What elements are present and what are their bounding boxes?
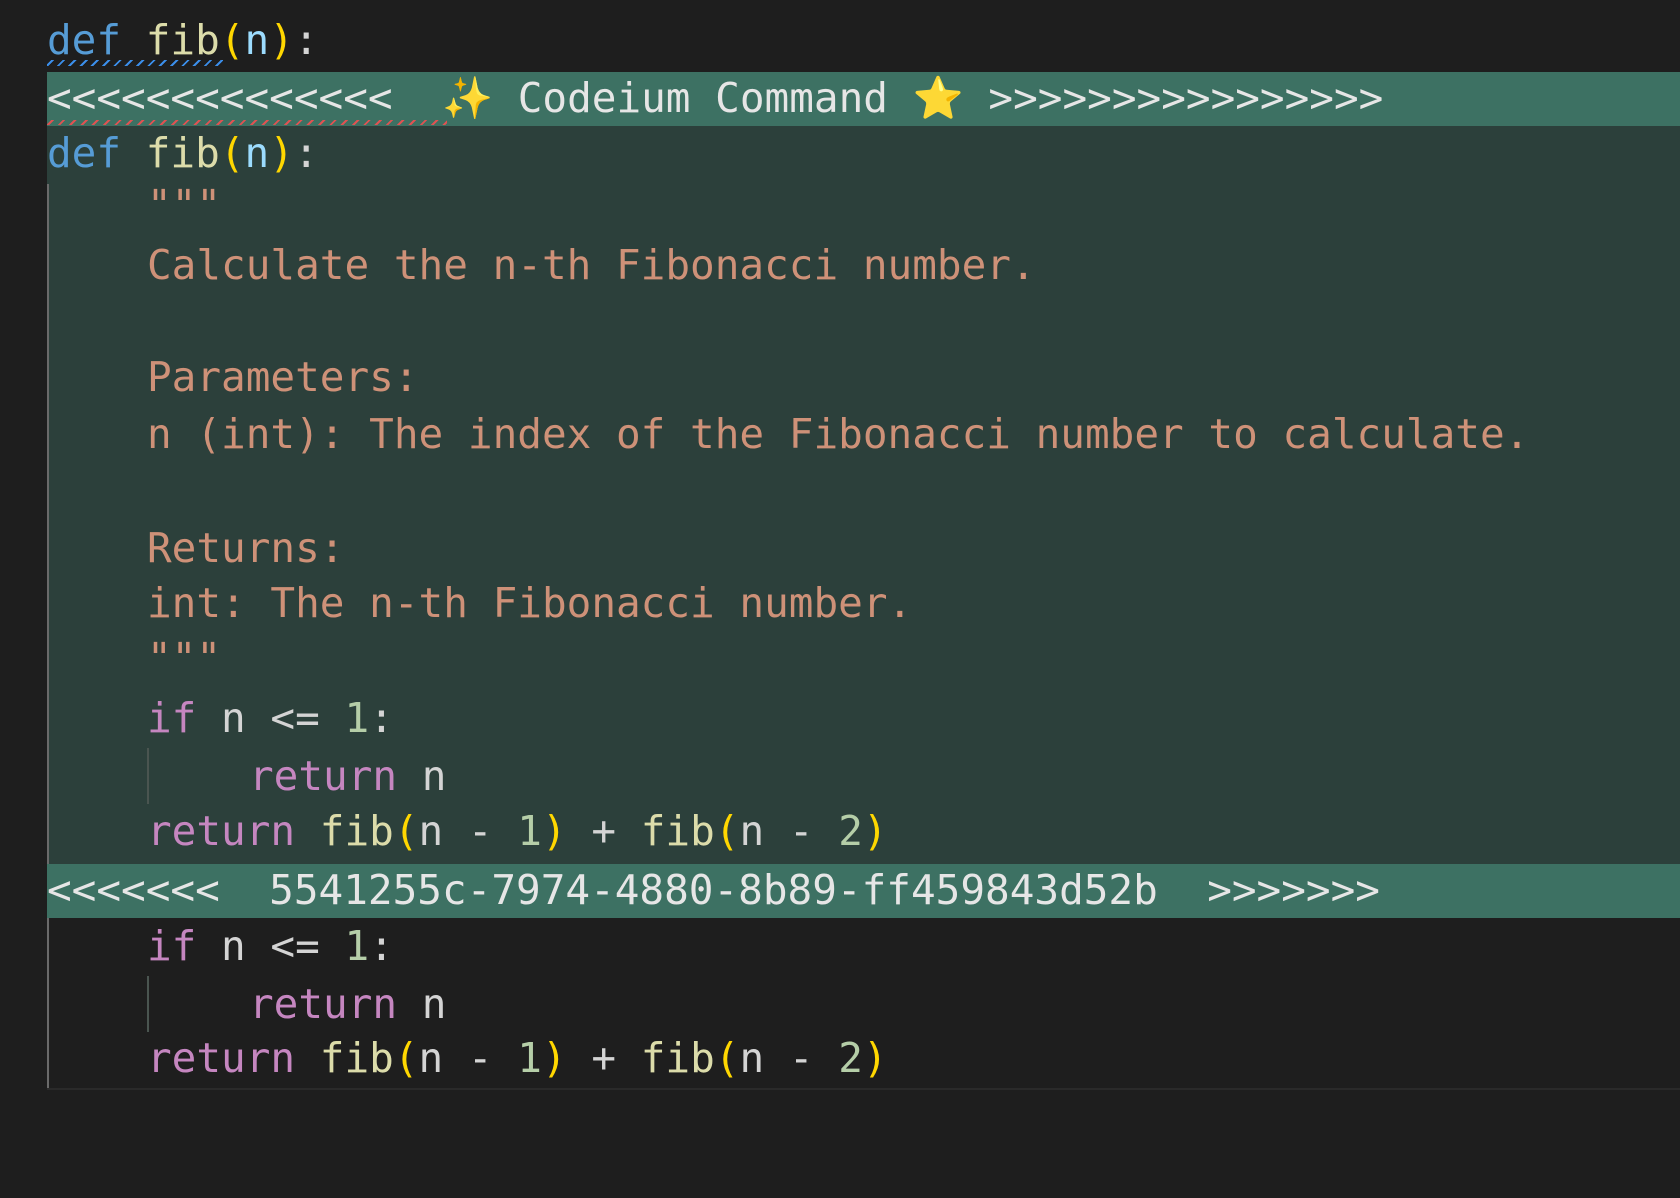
docstring-line[interactable]: Returns: xyxy=(0,520,1680,576)
paren: ( xyxy=(714,807,740,855)
expression: n - xyxy=(418,807,518,855)
line-content: def fib(n): xyxy=(47,125,319,181)
star-icon: ⭐ xyxy=(912,74,964,122)
change-id: 5541255c-7974-4880-8b89-ff459843d52b xyxy=(269,866,1158,914)
number: 2 xyxy=(838,807,863,855)
return-value: n xyxy=(397,980,447,1028)
paren: ( xyxy=(219,16,245,64)
code-line-return-n[interactable]: return n xyxy=(0,976,1680,1032)
paren: ) xyxy=(269,129,294,177)
docstring-text: int: The n-th Fibonacci number. xyxy=(147,579,913,627)
code-line-return-fib[interactable]: return fib(n - 1) + fib(n - 2) xyxy=(0,803,1680,859)
marker-left-arrows: <<<<<<< xyxy=(47,866,220,914)
operator: + xyxy=(566,1034,641,1082)
return-value: n xyxy=(397,752,447,800)
keyword-return: return xyxy=(147,1034,296,1082)
keyword-if: if xyxy=(147,694,197,742)
docstring-line[interactable]: Parameters: xyxy=(0,349,1680,405)
paren: ) xyxy=(269,16,294,64)
codeium-command-marker[interactable]: <<<<<<<<<<<<<< ✨ Codeium Command ⭐ >>>>>… xyxy=(0,70,1680,126)
code-line-proposed-def[interactable]: def fib(n): xyxy=(0,125,1680,181)
code-line-return-n[interactable]: return n xyxy=(0,748,1680,804)
operator: + xyxy=(566,807,641,855)
function-call: fib xyxy=(640,1034,715,1082)
paren: ( xyxy=(714,1034,740,1082)
function-call: fib xyxy=(640,807,715,855)
docstring-close[interactable]: """ xyxy=(0,630,1680,686)
function-name: fib xyxy=(145,129,220,177)
code-line-if[interactable]: if n <= 1: xyxy=(0,690,1680,746)
line-content: return n xyxy=(249,748,446,804)
line-content: return fib(n - 1) + fib(n - 2) xyxy=(147,1030,888,1086)
colon: : xyxy=(369,922,394,970)
number: 1 xyxy=(344,922,370,970)
keyword-return: return xyxy=(249,752,398,800)
paren: ( xyxy=(393,1034,419,1082)
docstring-text: Returns: xyxy=(147,524,345,572)
code-line-return-fib[interactable]: return fib(n - 1) + fib(n - 2) xyxy=(0,1030,1680,1086)
paren: ) xyxy=(862,807,888,855)
marker-right-arrows: >>>>>>>>>>>>>>>> xyxy=(988,74,1384,122)
change-id-marker[interactable]: <<<<<<< 5541255c-7974-4880-8b89-ff459843… xyxy=(0,862,1680,918)
docstring-quotes: """ xyxy=(147,181,222,229)
function-name: fib xyxy=(145,16,220,64)
number: 1 xyxy=(517,1034,542,1082)
warning-squiggle xyxy=(47,60,223,66)
function-call: fib xyxy=(295,807,394,855)
colon: : xyxy=(293,16,319,64)
number: 1 xyxy=(517,807,542,855)
expression: n - xyxy=(418,1034,518,1082)
parameter: n xyxy=(244,129,270,177)
paren: ) xyxy=(541,807,567,855)
keyword-def: def xyxy=(47,129,122,177)
condition: n <= xyxy=(196,922,345,970)
line-content: if n <= 1: xyxy=(147,690,394,746)
codeium-command-label: Codeium Command xyxy=(517,74,888,122)
colon: : xyxy=(293,129,319,177)
parameter: n xyxy=(244,16,270,64)
keyword-def: def xyxy=(47,16,122,64)
docstring-line[interactable]: int: The n-th Fibonacci number. xyxy=(0,575,1680,631)
condition: n <= xyxy=(196,694,345,742)
docstring-line[interactable]: n (int): The index of the Fibonacci numb… xyxy=(0,406,1680,462)
expression: n - xyxy=(739,807,839,855)
keyword-return: return xyxy=(147,807,296,855)
colon: : xyxy=(369,694,394,742)
docstring-open[interactable]: """ xyxy=(0,177,1680,233)
line-content: return fib(n - 1) + fib(n - 2) xyxy=(147,803,888,859)
marker-content: <<<<<<< 5541255c-7974-4880-8b89-ff459843… xyxy=(47,862,1380,918)
paren: ) xyxy=(541,1034,567,1082)
paren: ) xyxy=(862,1034,888,1082)
line-content: if n <= 1: xyxy=(147,918,394,974)
code-line-if[interactable]: if n <= 1: xyxy=(0,918,1680,974)
number: 2 xyxy=(838,1034,863,1082)
docstring-quotes: """ xyxy=(147,634,222,682)
docstring-text: Parameters: xyxy=(147,353,419,401)
number: 1 xyxy=(344,694,370,742)
paren: ( xyxy=(393,807,419,855)
sparkle-icon: ✨ xyxy=(441,74,494,122)
current-line-highlight[interactable] xyxy=(47,1088,1680,1148)
line-content: return n xyxy=(249,976,446,1032)
code-editor[interactable]: def fib(n): <<<<<<<<<<<<<< ✨ Codeium Com… xyxy=(0,0,1680,1148)
code-line-original-def[interactable]: def fib(n): xyxy=(0,12,1680,68)
marker-right-arrows: >>>>>>> xyxy=(1207,866,1380,914)
function-call: fib xyxy=(295,1034,394,1082)
docstring-text: n (int): The index of the Fibonacci numb… xyxy=(147,410,1530,458)
keyword-if: if xyxy=(147,922,197,970)
docstring-line[interactable]: Calculate the n-th Fibonacci number. xyxy=(0,237,1680,293)
expression: n - xyxy=(739,1034,839,1082)
docstring-text: Calculate the n-th Fibonacci number. xyxy=(147,241,1036,289)
marker-content: <<<<<<<<<<<<<< ✨ Codeium Command ⭐ >>>>>… xyxy=(47,70,1383,126)
keyword-return: return xyxy=(249,980,398,1028)
paren: ( xyxy=(219,129,245,177)
marker-left-arrows: <<<<<<<<<<<<<< xyxy=(47,74,393,122)
